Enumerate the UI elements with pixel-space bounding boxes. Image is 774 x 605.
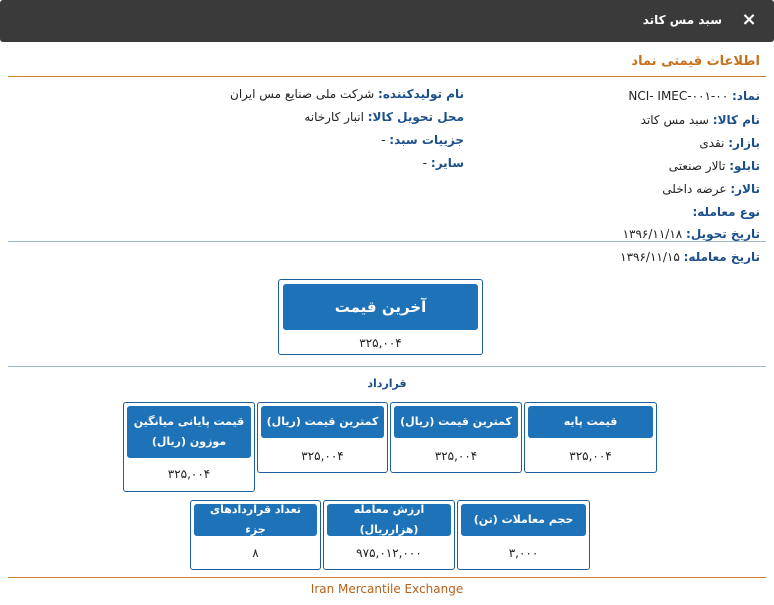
info-other: سایر: -	[423, 156, 464, 170]
info-label: سایر:	[430, 156, 464, 170]
trade-volume-button[interactable]: حجم معاملات (تن)	[461, 504, 586, 536]
info-label: نام کالا:	[712, 113, 760, 127]
window-header: سبد مس کاتد ×	[0, 0, 774, 42]
info-producer: نام تولیدکننده: شرکت ملی صنایع مس ایران	[230, 87, 464, 101]
price-divider	[8, 366, 766, 367]
last-price-button[interactable]: آخرین قیمت	[283, 284, 478, 330]
close-icon[interactable]: ×	[738, 9, 760, 31]
info-label: نام تولیدکننده:	[378, 87, 464, 101]
base-price-card: قیمت پایه ۳۲۵,۰۰۴	[524, 402, 657, 473]
last-price-value: ۳۲۵,۰۰۴	[359, 336, 402, 350]
info-product-name: نام کالا: سبد مس کاتد	[641, 113, 760, 127]
info-trade-date: تاریخ معامله: ۱۳۹۶/۱۱/۱۵	[620, 250, 760, 264]
min-price-card-2: کمترین قیمت (ریال) ۳۲۵,۰۰۴	[257, 402, 388, 473]
last-price-box: آخرین قیمت ۳۲۵,۰۰۴	[278, 279, 483, 355]
min-price-value: ۳۲۵,۰۰۴	[434, 449, 478, 463]
contract-title: قرارداد	[367, 377, 407, 390]
base-price-value: ۳۲۵,۰۰۴	[569, 449, 612, 463]
weighted-final-price-button[interactable]: قیمت پایانی میانگین موزون (ریال)	[127, 406, 251, 458]
info-label: نماد:	[731, 89, 760, 103]
info-label: تاریخ معامله:	[683, 250, 760, 264]
footer-divider	[8, 577, 766, 578]
min-price-value-2: ۳۲۵,۰۰۴	[301, 449, 344, 463]
info-label: تالار:	[730, 182, 760, 196]
info-value: عرضه داخلی	[662, 182, 727, 196]
info-board: تابلو: تالار صنعتی	[669, 159, 760, 173]
info-value: شرکت ملی صنایع مس ایران	[230, 87, 375, 101]
trade-volume-card: حجم معاملات (تن) ۳,۰۰۰	[457, 500, 590, 570]
info-divider	[8, 241, 766, 242]
contract-count-value: ۸	[252, 546, 259, 560]
info-value: نقدی	[699, 136, 725, 150]
trade-volume-value: ۳,۰۰۰	[508, 546, 539, 560]
info-value: -	[381, 133, 386, 147]
info-label: محل تحویل کالا:	[367, 110, 464, 124]
info-label: بازار:	[728, 136, 760, 150]
base-price-button[interactable]: قیمت پایه	[528, 406, 653, 438]
footer-text: Iran Mercantile Exchange	[310, 582, 464, 596]
info-trade-type: نوع معامله:	[692, 205, 760, 219]
min-price-button[interactable]: کمترین قیمت (ریال)	[394, 406, 518, 438]
trade-value-value: ۹۷۵,۰۱۲,۰۰۰	[356, 546, 422, 560]
info-label: تابلو:	[729, 159, 760, 173]
min-price-button-2[interactable]: کمترین قیمت (ریال)	[261, 406, 384, 438]
section-title: اطلاعات قیمتی نماد	[631, 54, 760, 69]
info-value: انبار کارخانه	[304, 110, 364, 124]
trade-value-card: ارزش معامله (هزارریال) ۹۷۵,۰۱۲,۰۰۰	[323, 500, 455, 570]
info-label: نوع معامله:	[692, 205, 760, 219]
trade-value-button[interactable]: ارزش معامله (هزارریال)	[327, 503, 451, 536]
info-value: تالار صنعتی	[668, 159, 726, 173]
info-value: ۱۳۹۶/۱۱/۱۵	[620, 250, 680, 264]
info-label: جزییات سبد:	[389, 133, 464, 147]
info-delivery-date: تاریخ تحویل: ۱۳۹۶/۱۱/۱۸	[623, 227, 760, 241]
info-hall: تالار: عرضه داخلی	[662, 182, 760, 196]
info-value: ۱۳۹۶/۱۱/۱۸	[622, 227, 683, 241]
window-title: سبد مس کاتد	[642, 13, 722, 27]
section-divider	[8, 76, 766, 77]
info-value: سبد مس کاتد	[640, 113, 709, 127]
contract-count-button[interactable]: تعداد قراردادهای جزء	[194, 503, 317, 536]
info-label: تاریخ تحویل:	[686, 227, 760, 241]
info-market: بازار: نقدی	[699, 136, 760, 150]
weighted-final-price-value: ۳۲۵,۰۰۴	[167, 467, 211, 481]
info-value: NCI- IMEC-۰۰۱-۰۰	[628, 89, 729, 103]
info-delivery-place: محل تحویل کالا: انبار کارخانه	[304, 110, 464, 124]
weighted-final-price-card: قیمت پایانی میانگین موزون (ریال) ۳۲۵,۰۰۴	[123, 402, 255, 492]
info-value: -	[422, 156, 428, 170]
info-basket-details: جزییات سبد: -	[381, 133, 464, 147]
contract-count-card: تعداد قراردادهای جزء ۸	[190, 500, 321, 570]
info-symbol: نماد: NCI- IMEC-۰۰۱-۰۰	[628, 89, 760, 103]
min-price-card: کمترین قیمت (ریال) ۳۲۵,۰۰۴	[390, 402, 522, 473]
